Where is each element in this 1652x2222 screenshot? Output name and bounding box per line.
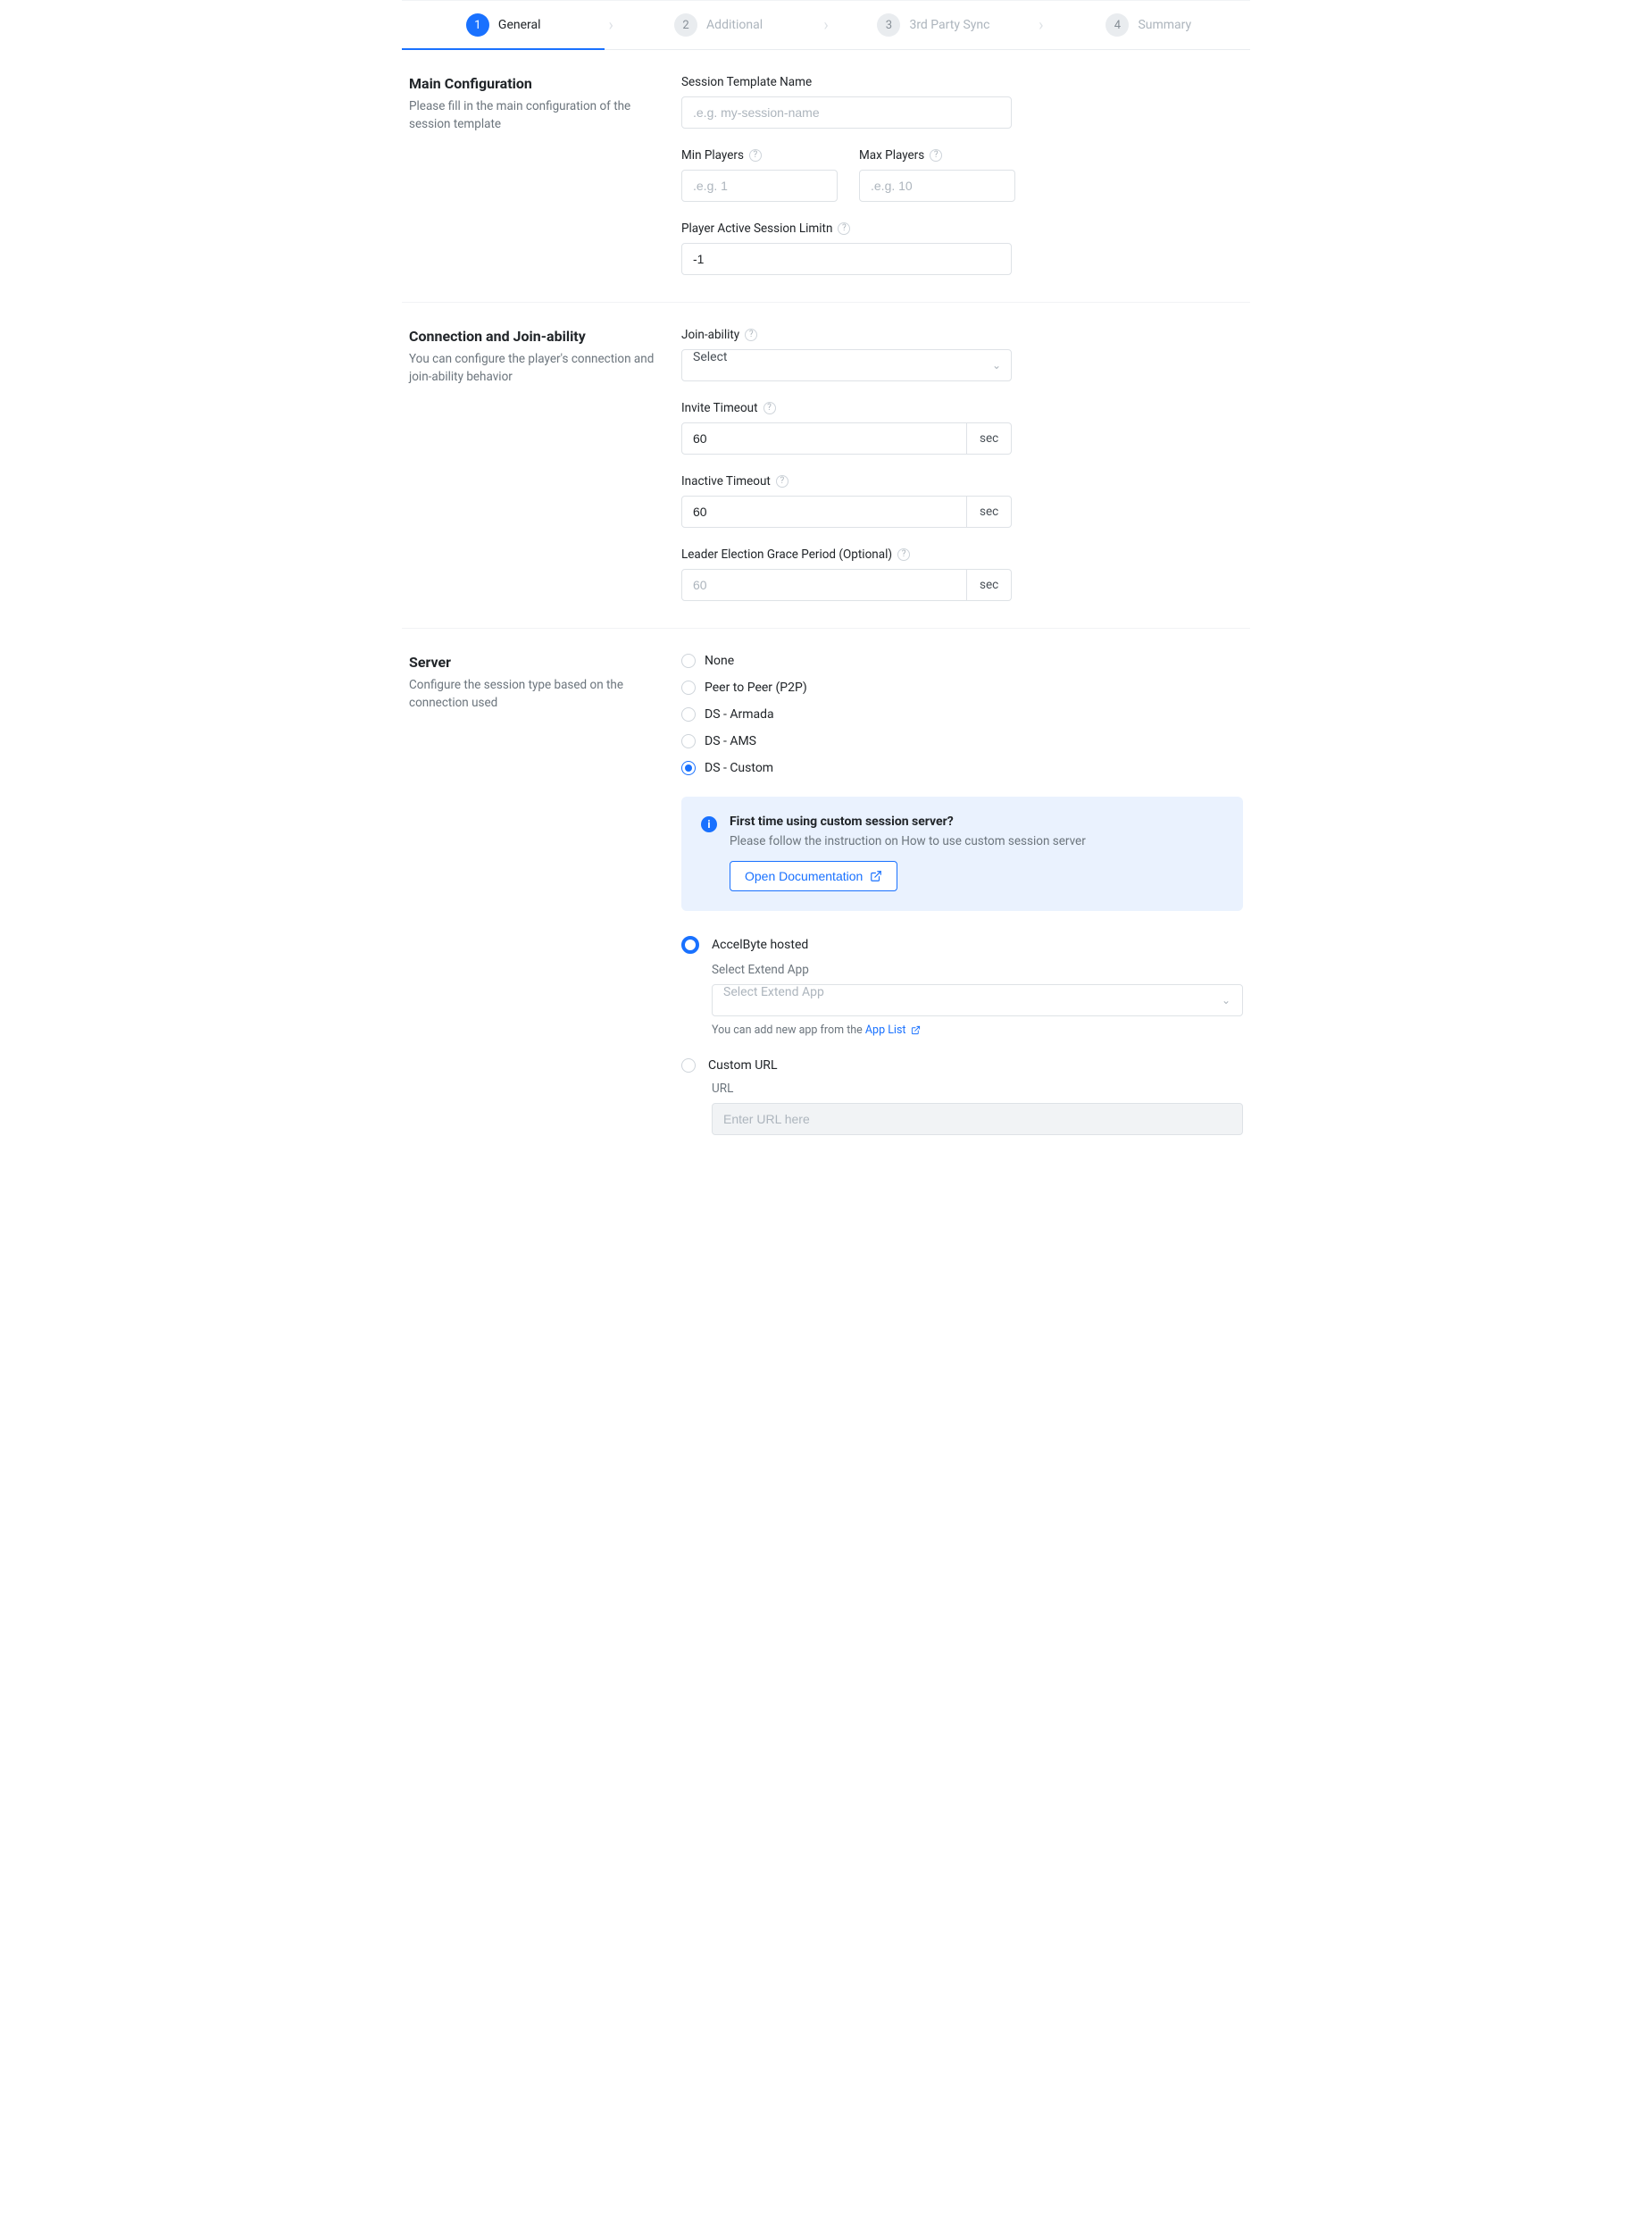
server-type-p2p[interactable]: Peer to Peer (P2P) [681,681,1243,695]
step-3rd-party-sync[interactable]: 3 3rd Party Sync [832,1,1035,49]
inactive-timeout-input[interactable] [681,496,967,528]
helper-prefix: You can add new app from the [712,1023,865,1037]
section-server: Server Configure the session type based … [402,629,1250,1183]
step-number: 3 [877,13,900,37]
session-template-name-input[interactable] [681,96,1012,129]
radio-label: DS - Armada [705,707,774,722]
section-description: Configure the session type based on the … [409,676,660,713]
step-label: Additional [706,18,763,32]
chevron-right-icon: › [605,16,616,35]
help-icon[interactable]: ? [930,149,942,162]
radio-icon [681,681,696,695]
info-text: Please follow the instruction on How to … [730,834,1086,848]
server-type-ds-ams[interactable]: DS - AMS [681,734,1243,748]
radio-icon [681,734,696,748]
radio-label: Peer to Peer (P2P) [705,681,807,695]
field-label: Select Extend App [712,963,1243,977]
server-type-ds-armada[interactable]: DS - Armada [681,707,1243,722]
server-type-radio-group: None Peer to Peer (P2P) DS - Armada DS -… [681,654,1243,775]
host-custom-url-block: Custom URL URL [681,1058,1243,1135]
host-accelbyte-block: AccelByte hosted Select Extend App Selec… [681,936,1243,1037]
step-number: 4 [1106,13,1129,37]
field-label: Join-ability ? [681,328,1243,342]
app-list-link[interactable]: App List [865,1023,921,1037]
max-players-input[interactable] [859,170,1015,202]
button-label: Open Documentation [745,869,863,883]
step-label: 3rd Party Sync [909,18,989,32]
label-text: Inactive Timeout [681,474,771,489]
radio-label: DS - Custom [705,761,773,775]
radio-icon [681,654,696,668]
radio-label: None [705,654,734,668]
step-number: 1 [466,13,489,37]
extend-app-select[interactable]: Select Extend App [712,984,1243,1016]
custom-url-input [712,1103,1243,1135]
info-icon: i [701,816,717,832]
field-label: URL [712,1082,1243,1096]
joinability-select[interactable]: Select [681,349,1012,381]
label-text: Join-ability [681,328,739,342]
radio-label: AccelByte hosted [712,938,808,952]
unit-label: sec [967,496,1012,528]
field-label: Inactive Timeout ? [681,474,1243,489]
help-icon[interactable]: ? [897,548,910,561]
info-box: i First time using custom session server… [681,797,1243,911]
label-text: Leader Election Grace Period (Optional) [681,547,892,562]
help-icon[interactable]: ? [763,402,776,414]
help-icon[interactable]: ? [838,222,850,235]
unit-label: sec [967,569,1012,601]
field-label: Invite Timeout ? [681,401,1243,415]
server-type-none[interactable]: None [681,654,1243,668]
radio-icon[interactable] [681,1058,696,1073]
radio-icon [681,761,696,775]
help-icon[interactable]: ? [749,149,762,162]
leader-grace-input[interactable] [681,569,967,601]
section-title: Connection and Join-ability [409,328,660,345]
chevron-right-icon: › [1035,16,1047,35]
info-title: First time using custom session server? [730,814,1086,829]
section-title: Server [409,654,660,671]
field-label: Session Template Name [681,75,1243,89]
wizard-stepper: 1 General › 2 Additional › 3 3rd Party S… [402,0,1250,50]
invite-timeout-input[interactable] [681,422,967,455]
min-players-input[interactable] [681,170,838,202]
helper-text: You can add new app from the App List [712,1023,1243,1037]
step-additional[interactable]: 2 Additional [617,1,820,49]
help-icon[interactable]: ? [745,329,757,341]
open-documentation-button[interactable]: Open Documentation [730,861,897,891]
step-number: 2 [674,13,697,37]
field-label: Max Players ? [859,148,1015,163]
field-label: Min Players ? [681,148,838,163]
server-type-ds-custom[interactable]: DS - Custom [681,761,1243,775]
label-text: Invite Timeout [681,401,758,415]
step-general[interactable]: 1 General [402,1,605,49]
section-description: Please fill in the main configuration of… [409,97,660,134]
label-text: Min Players [681,148,744,163]
label-text: Max Players [859,148,924,163]
radio-label: Custom URL [708,1058,777,1073]
help-icon[interactable]: ? [776,475,788,488]
active-session-limit-input[interactable] [681,243,1012,275]
link-text: App List [865,1023,906,1037]
label-text: Session Template Name [681,75,812,89]
section-description: You can configure the player's connectio… [409,350,660,387]
section-connection: Connection and Join-ability You can conf… [402,303,1250,629]
field-label: Leader Election Grace Period (Optional) … [681,547,1243,562]
radio-label: DS - AMS [705,734,756,748]
field-label: Player Active Session Limitn ? [681,221,1243,236]
label-text: Player Active Session Limitn [681,221,832,236]
section-main-config: Main Configuration Please fill in the ma… [402,50,1250,303]
chevron-right-icon: › [820,16,831,35]
radio-icon [681,707,696,722]
section-title: Main Configuration [409,75,660,92]
unit-label: sec [967,422,1012,455]
external-link-icon [911,1025,921,1035]
step-label: Summary [1138,18,1191,32]
step-summary[interactable]: 4 Summary [1047,1,1250,49]
step-label: General [498,18,541,32]
external-link-icon [870,870,882,882]
radio-icon[interactable] [681,936,699,954]
